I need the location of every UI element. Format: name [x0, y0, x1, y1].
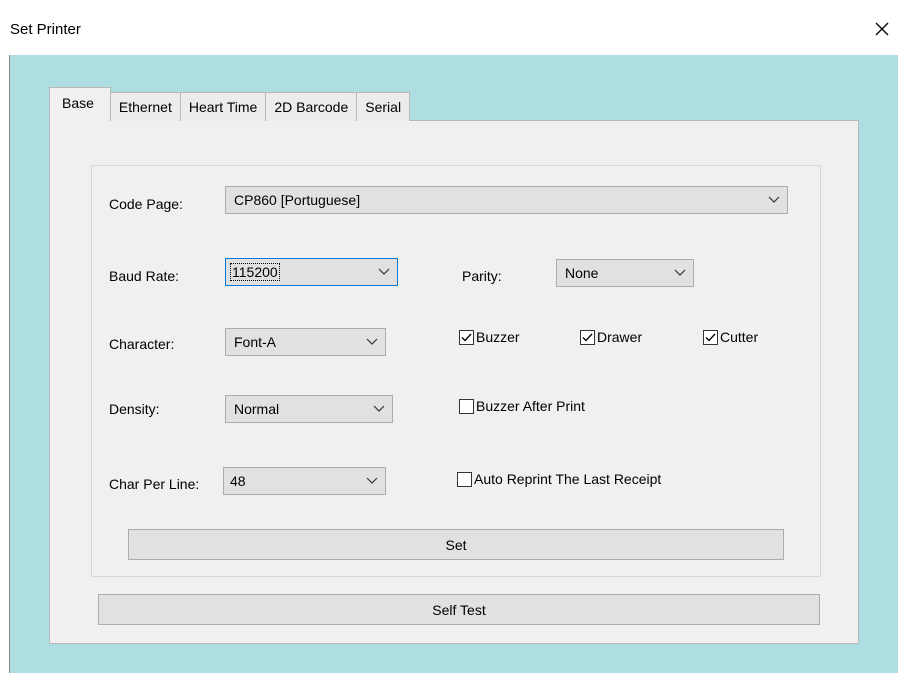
cutter-label: Cutter [720, 329, 759, 345]
baud-rate-value: 115200 [230, 263, 280, 281]
density-select[interactable]: Normal [225, 395, 393, 423]
buzzer-after-print-checkbox[interactable]: Buzzer After Print [459, 398, 585, 414]
tab-serial[interactable]: Serial [357, 92, 411, 121]
tab-base[interactable]: Base [49, 87, 111, 121]
auto-reprint-checkbox[interactable]: Auto Reprint The Last Receipt [457, 471, 661, 487]
baud-rate-label: Baud Rate: [109, 268, 180, 284]
chevron-down-icon [768, 196, 780, 203]
drawer-checkbox[interactable]: Drawer [580, 329, 642, 345]
tab-label: Ethernet [118, 99, 172, 115]
char-per-line-select[interactable]: 48 [223, 467, 386, 495]
baud-rate-select[interactable]: 115200 [225, 258, 398, 286]
title-bar: Set Printer [0, 0, 898, 55]
cutter-checkbox[interactable]: Cutter [703, 329, 758, 345]
checkmark-icon [461, 333, 472, 341]
chevron-down-icon [674, 269, 686, 276]
code-page-value: CP860 [Portuguese] [234, 192, 361, 208]
close-button[interactable] [866, 12, 898, 46]
checkmark-icon [705, 333, 716, 341]
tab-heart-time[interactable]: Heart Time [180, 92, 267, 121]
parity-label: Parity: [462, 268, 502, 284]
char-per-line-value: 48 [230, 473, 246, 489]
buzzer-label: Buzzer [476, 329, 520, 345]
buzzer-checkbox[interactable]: Buzzer [459, 329, 520, 345]
window-title: Set Printer [10, 21, 81, 38]
density-label: Density: [109, 401, 160, 417]
chevron-down-icon [366, 338, 378, 345]
tab-2d-barcode[interactable]: 2D Barcode [266, 92, 358, 121]
chevron-down-icon [378, 268, 390, 275]
character-value: Font-A [234, 334, 277, 350]
tab-label: Base [62, 95, 94, 111]
buzzer-after-print-label: Buzzer After Print [476, 398, 585, 414]
character-select[interactable]: Font-A [225, 328, 386, 356]
self-test-button-label: Self Test [432, 601, 486, 618]
density-value: Normal [234, 401, 280, 417]
set-button-label: Set [445, 536, 467, 553]
close-icon [875, 22, 889, 36]
tab-label: 2D Barcode [274, 99, 349, 115]
char-per-line-label: Char Per Line: [109, 476, 200, 492]
code-page-select[interactable]: CP860 [Portuguese] [225, 186, 788, 214]
chevron-down-icon [366, 477, 378, 484]
tab-ethernet[interactable]: Ethernet [110, 92, 181, 121]
auto-reprint-label: Auto Reprint The Last Receipt [474, 471, 662, 487]
tab-strip: Base Ethernet Heart Time 2D Barcode Seri… [49, 87, 411, 121]
checkmark-icon [582, 333, 593, 341]
checkbox-box [459, 398, 474, 414]
self-test-button[interactable]: Self Test [98, 594, 820, 625]
settings-group [91, 165, 821, 577]
character-label: Character: [109, 336, 175, 352]
checkbox-box [457, 471, 472, 487]
parity-select[interactable]: None [556, 259, 694, 287]
tab-label: Serial [365, 99, 402, 115]
set-button[interactable]: Set [128, 529, 784, 560]
parity-value: None [565, 265, 599, 281]
drawer-label: Drawer [597, 329, 643, 345]
chevron-down-icon [373, 405, 385, 412]
tab-label: Heart Time [188, 99, 258, 115]
code-page-label: Code Page: [109, 196, 183, 212]
